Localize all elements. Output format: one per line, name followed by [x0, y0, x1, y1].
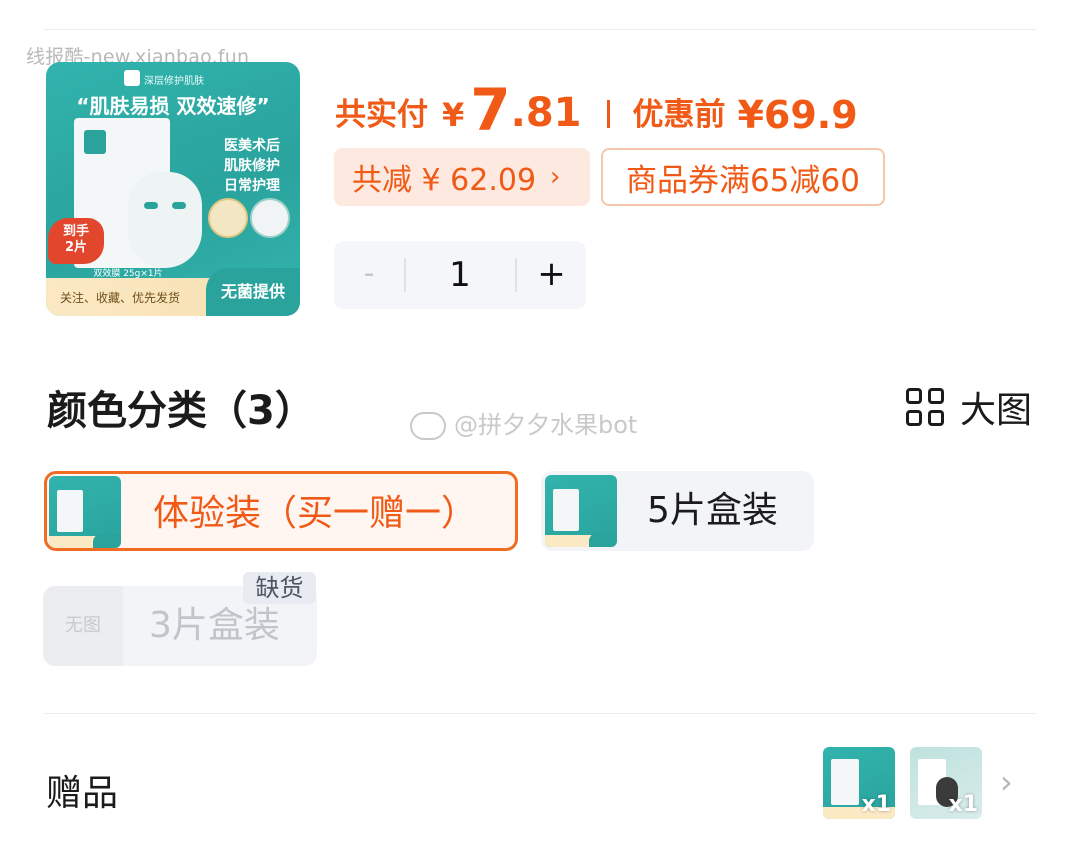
big-image-toggle[interactable]: 大图	[905, 381, 1032, 433]
chevron-right-icon[interactable]: ›	[1000, 764, 1024, 800]
mask-eye-hole	[172, 202, 186, 209]
brand-tagline: 深层修护肌肤	[144, 76, 204, 87]
product-thumbnail[interactable]: 深层修护肌肤 “肌肤易损 双效速修” 医美术后 肌肤修护 日常护理 到手 2片 …	[46, 62, 300, 316]
side-text-line: 肌肤修护	[224, 158, 280, 174]
burst-line: 2片	[64, 240, 88, 255]
brand-logo-icon	[124, 70, 140, 86]
quantity-stepper: - 1 +	[334, 241, 586, 309]
side-text-line: 医美术后	[224, 138, 280, 154]
top-divider	[44, 29, 1036, 30]
mask-eye-hole	[144, 202, 158, 209]
big-image-label: 大图	[959, 390, 1032, 431]
burst-line: 到手	[62, 224, 89, 239]
thumbnail-side-text: 医美术后 肌肤修护 日常护理	[224, 136, 280, 196]
grid-icon	[905, 388, 944, 426]
box-logo-icon	[84, 130, 106, 154]
no-image-placeholder: 无图	[43, 586, 123, 666]
gift-quantity: x1	[948, 792, 979, 817]
variant-label: 体验装（买一赠一）	[153, 493, 478, 534]
total-discount-button[interactable]: 共减 ¥ 62.09 ›	[334, 148, 590, 206]
thumbnail-headline: “肌肤易损 双效速修”	[76, 94, 270, 118]
section-divider	[44, 713, 1036, 714]
variant-option-5pack[interactable]: 5片盒装	[541, 471, 814, 551]
increase-button[interactable]: +	[517, 241, 586, 309]
variant-option-trial[interactable]: 体验装（买一赠一）	[44, 471, 518, 551]
gift-quantity: x1	[861, 792, 892, 817]
variant-thumbnail	[49, 476, 121, 548]
variant-section-title: 颜色分类（3）	[47, 388, 315, 434]
original-price-value: ¥69.9	[737, 93, 858, 137]
promo-burst: 到手 2片	[48, 218, 104, 264]
variant-label: 5片盒装	[647, 490, 778, 531]
quantity-input[interactable]: 1	[406, 241, 514, 309]
paid-label: 共实付	[335, 97, 428, 133]
price-row: 共实付 ¥ 7 .81 优惠前 ¥69.9	[335, 80, 858, 140]
thumbnail-sterile-label: 无菌提供	[206, 268, 300, 316]
weibo-icon	[410, 412, 446, 440]
thumbnail-bottom-text: 关注、收藏、优先发货	[60, 291, 181, 305]
watermark-overlay-text: @拼夕夕水果bot	[454, 411, 638, 439]
face-mask-image	[128, 172, 202, 268]
gift-item[interactable]: x1	[910, 747, 982, 819]
gift-item[interactable]: x1	[823, 747, 895, 819]
watermark-overlay: @拼夕夕水果bot	[410, 405, 637, 440]
original-price-label: 优惠前	[632, 97, 726, 133]
gift-section-title: 赠品	[46, 773, 119, 814]
variant-thumbnail	[545, 475, 617, 547]
decrease-button[interactable]: -	[334, 241, 404, 309]
chevron-right-icon: ›	[550, 162, 561, 192]
out-of-stock-badge: 缺货	[243, 572, 316, 604]
total-discount-label: 共减 ¥ 62.09	[352, 163, 537, 198]
currency-symbol: ¥	[442, 96, 465, 134]
paid-price-integer: 7	[470, 76, 511, 144]
seal-badge-icon	[208, 198, 248, 238]
price-separator	[607, 100, 611, 128]
side-text-line: 日常护理	[224, 178, 280, 194]
paid-price-decimal: .81	[510, 90, 582, 136]
coupon-tag[interactable]: 商品券满65减60	[601, 148, 885, 206]
sterile-badge-icon	[250, 198, 290, 238]
